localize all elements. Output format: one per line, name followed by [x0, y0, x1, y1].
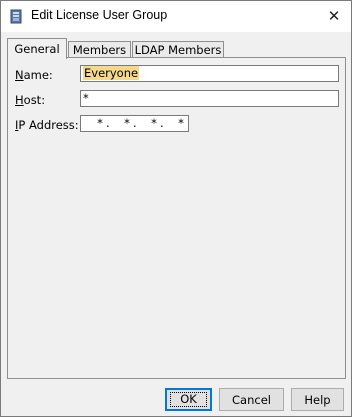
tab-ldap-members-label: LDAP Members	[134, 43, 222, 57]
tab-ldap-members[interactable]: LDAP Members	[132, 41, 224, 58]
host-label: Host:	[15, 93, 46, 107]
ok-button[interactable]: OK	[165, 388, 212, 411]
dialog-window: Edit License User Group ✕ General Member…	[0, 0, 352, 417]
tab-members[interactable]: Members	[68, 41, 131, 58]
cancel-button-label: Cancel	[232, 392, 271, 407]
ip-separator: .	[133, 116, 137, 130]
name-input-value: Everyone	[83, 66, 140, 80]
close-icon[interactable]: ✕	[317, 1, 351, 31]
dialog-title: Edit License User Group	[31, 8, 168, 22]
name-label: Name:	[15, 68, 53, 82]
host-input[interactable]: *	[80, 90, 339, 107]
tab-general[interactable]: General	[7, 38, 67, 59]
tab-general-label: General	[14, 42, 60, 56]
name-input[interactable]: Everyone	[80, 65, 339, 82]
help-button-label: Help	[304, 392, 331, 407]
license-server-icon	[10, 9, 22, 24]
ip-octet-4[interactable]: *	[176, 116, 186, 131]
host-input-value: *	[83, 91, 89, 105]
ip-octet-1[interactable]: *	[95, 116, 105, 131]
ip-octet-2[interactable]: *	[122, 116, 132, 131]
ip-address-label: IP Address:	[15, 118, 79, 132]
ip-separator: .	[106, 116, 110, 130]
ip-address-input[interactable]: * . * . * . *	[80, 115, 189, 132]
help-button[interactable]: Help	[291, 388, 344, 411]
tab-members-label: Members	[72, 43, 127, 57]
ok-button-label: OK	[170, 392, 207, 407]
general-tab-panel: Name: Everyone Host: * IP Address: * . *…	[7, 57, 346, 379]
title-bar[interactable]: Edit License User Group ✕	[1, 1, 351, 32]
ip-separator: .	[160, 116, 164, 130]
cancel-button[interactable]: Cancel	[219, 388, 284, 411]
ip-octet-3[interactable]: *	[149, 116, 159, 131]
